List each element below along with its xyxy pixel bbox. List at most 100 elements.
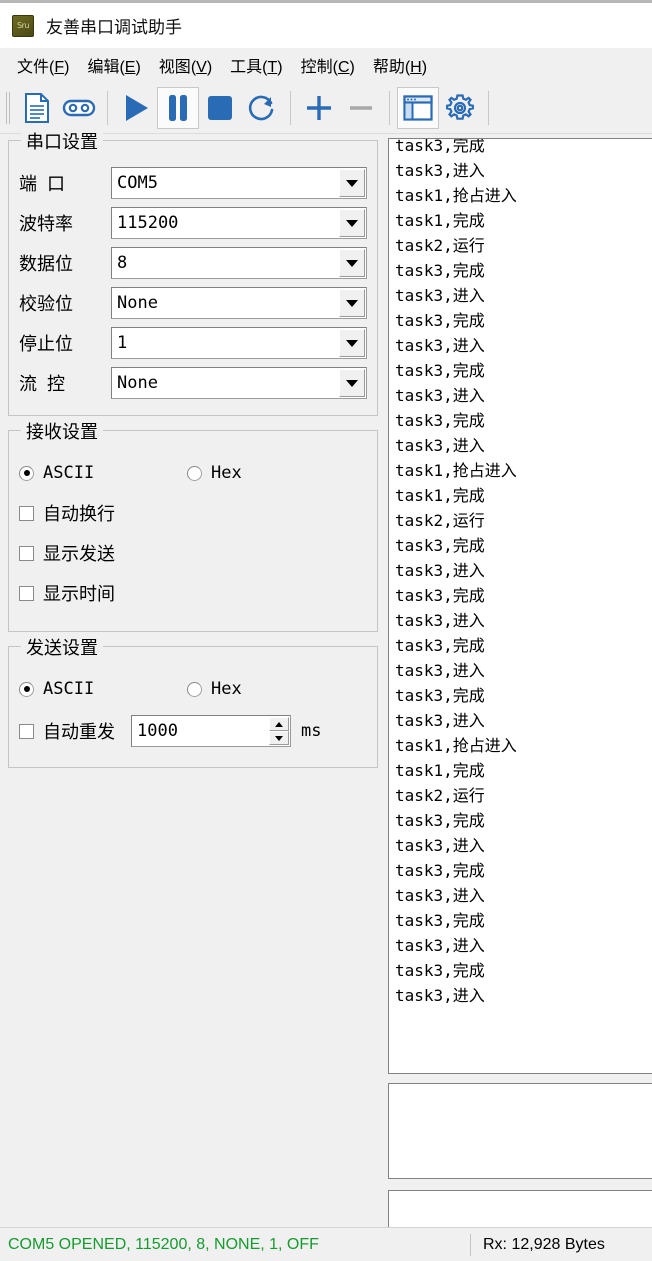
document-icon-button[interactable] [16, 87, 58, 129]
stepper-down-button[interactable] [269, 731, 289, 745]
menu-item-label: 帮助 [372, 59, 405, 76]
serial-field-row: 波特率 115200 [19, 203, 367, 243]
log-line: task2,运行 [395, 786, 485, 805]
log-line: task1,完成 [395, 211, 485, 230]
cassette-tape-icon [62, 99, 96, 116]
serial-field-label: 数据位 [19, 254, 73, 274]
serial-field-combo[interactable]: 1 [111, 327, 367, 359]
log-line: task3,进入 [395, 161, 485, 180]
chevron-down-icon [346, 259, 358, 267]
minus-icon [350, 105, 372, 110]
log-line: task3,进入 [395, 711, 485, 730]
checkbox-indicator [19, 723, 34, 739]
serial-field-label: 端 口 [19, 174, 66, 194]
serial-field-combo[interactable]: 115200 [111, 207, 367, 239]
receive-option-checkbox[interactable]: 显示发送 [19, 540, 115, 566]
checkbox-indicator [19, 545, 34, 561]
serial-field-combo[interactable]: None [111, 287, 367, 319]
menu-item-4[interactable]: 工具(T) [221, 50, 291, 80]
combo-dropdown-button[interactable] [339, 209, 365, 237]
combo-dropdown-button[interactable] [339, 289, 365, 317]
send-format-ascii-radio[interactable]: ASCII [19, 679, 179, 699]
auto-resend-checkbox[interactable]: 自动重发 [19, 718, 115, 744]
serial-field-combo[interactable]: None [111, 367, 367, 399]
menu-item-2[interactable]: 编辑(E) [78, 50, 149, 80]
log-line: task1,完成 [395, 761, 485, 780]
serial-field-label: 停止位 [19, 334, 73, 354]
serial-field-row: 停止位 1 [19, 323, 367, 363]
receive-option-label: 自动换行 [43, 504, 115, 524]
window-layout-icon-button[interactable] [397, 86, 439, 129]
minus-icon-button [340, 87, 382, 129]
stepper-up-button[interactable] [269, 717, 289, 731]
auto-resend-label: 自动重发 [43, 722, 115, 742]
receive-log-output[interactable]: task3,完成 task3,进入 task1,抢占进入 task1,完成 task2,… [388, 138, 652, 1074]
menu-item-6[interactable]: 帮助(H) [364, 50, 436, 80]
menu-item-label: 编辑 [87, 59, 120, 76]
menu-item-3[interactable]: 视图(V) [150, 50, 221, 80]
chevron-up-icon [275, 721, 283, 727]
log-line: task3,完成 [395, 961, 485, 980]
pause-icon [169, 94, 187, 121]
toolbar [0, 82, 652, 134]
combo-dropdown-button[interactable] [339, 329, 365, 357]
log-line: task3,进入 [395, 386, 485, 405]
receive-format-ascii-label: ASCII [43, 463, 95, 483]
send-text-input[interactable] [388, 1083, 652, 1179]
play-icon-button[interactable] [115, 87, 157, 129]
log-line: task3,完成 [395, 686, 485, 705]
log-line: task3,进入 [395, 886, 485, 905]
menu-item-accelerator: C [337, 59, 350, 76]
log-line: task3,完成 [395, 811, 485, 830]
cassette-tape-icon-button[interactable] [58, 87, 100, 129]
toolbar-separator [107, 90, 108, 125]
log-line: task3,进入 [395, 661, 485, 680]
receive-option-label: 显示时间 [43, 584, 115, 604]
log-line: task3,进入 [395, 436, 485, 455]
serial-field-combo[interactable]: COM5 [111, 167, 367, 199]
combo-dropdown-button[interactable] [339, 249, 365, 277]
combo-dropdown-button[interactable] [339, 369, 365, 397]
send-format-hex-radio[interactable]: Hex [187, 679, 242, 699]
refresh-icon [248, 95, 274, 120]
log-line: task3,进入 [395, 611, 485, 630]
refresh-icon-button[interactable] [241, 87, 283, 129]
menu-item-5[interactable]: 控制(C) [292, 50, 364, 80]
serial-field-value: None [117, 373, 158, 393]
log-line: task3,完成 [395, 411, 485, 430]
receive-option-row: 显示时间 [19, 573, 367, 613]
serial-field-combo[interactable]: 8 [111, 247, 367, 279]
menu-item-1[interactable]: 文件(F) [8, 50, 78, 80]
serial-field-row: 数据位 8 [19, 243, 367, 283]
menu-item-label: 控制 [300, 59, 333, 76]
receive-format-hex-radio[interactable]: Hex [187, 463, 242, 483]
radio-indicator [187, 465, 202, 481]
pause-icon-button[interactable] [157, 86, 199, 129]
log-line: task3,完成 [395, 861, 485, 880]
serial-field-row: 端 口 COM5 [19, 163, 367, 203]
command-input[interactable] [388, 1190, 652, 1228]
log-line: task2,运行 [395, 511, 485, 530]
chevron-down-icon [346, 339, 358, 347]
gear-icon-button[interactable] [439, 87, 481, 129]
combo-dropdown-button[interactable] [339, 169, 365, 197]
checkbox-indicator [19, 505, 34, 521]
chevron-down-icon [275, 735, 283, 741]
receive-option-checkbox[interactable]: 显示时间 [19, 580, 115, 606]
stop-icon-button[interactable] [199, 87, 241, 129]
chevron-down-icon [346, 179, 358, 187]
auto-resend-interval-value: 1000 [137, 721, 178, 741]
log-line: task3,完成 [395, 138, 485, 155]
receive-format-ascii-radio[interactable]: ASCII [19, 463, 179, 483]
log-line: task3,完成 [395, 911, 485, 930]
status-bar: COM5 OPENED, 115200, 8, NONE, 1, OFF Rx:… [0, 1227, 652, 1261]
receive-option-row: 自动换行 [19, 493, 367, 533]
serial-settings-legend: 串口设置 [21, 128, 103, 154]
plus-icon-button[interactable] [298, 87, 340, 129]
toolbar-separator [488, 90, 489, 125]
serial-field-label: 校验位 [19, 294, 73, 314]
checkbox-indicator [19, 585, 34, 601]
auto-resend-interval-stepper[interactable]: 1000 [131, 715, 291, 747]
receive-option-checkbox[interactable]: 自动换行 [19, 500, 115, 526]
toolbar-grip[interactable] [4, 90, 12, 126]
